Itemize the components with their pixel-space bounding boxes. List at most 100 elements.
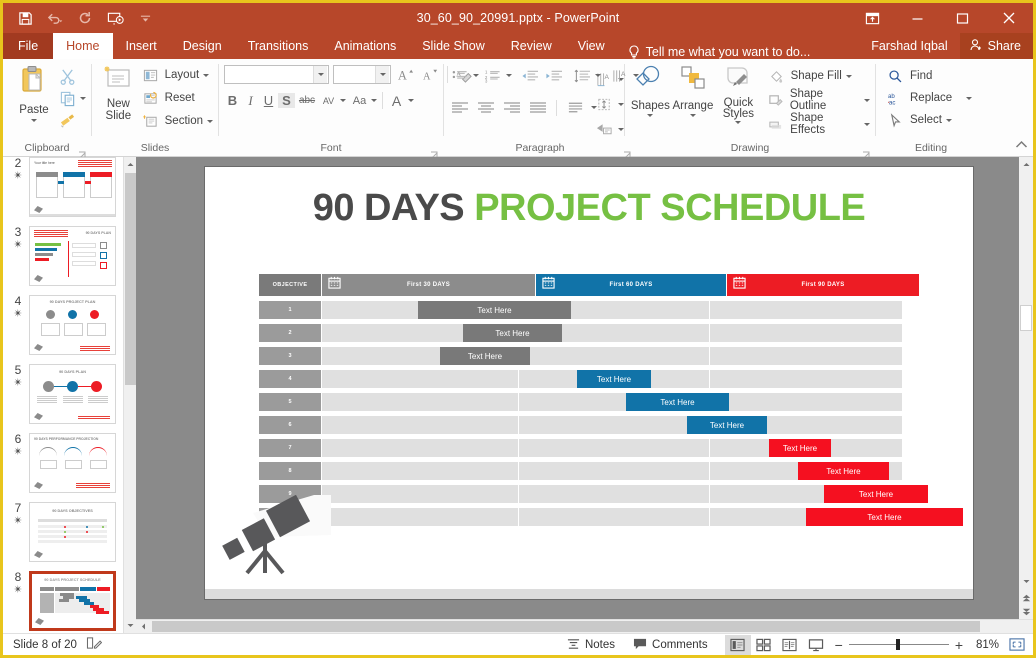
table-row[interactable]: 2 Text Here bbox=[259, 324, 919, 342]
quick-styles-caret-icon[interactable] bbox=[735, 121, 742, 124]
shape-fill-button[interactable]: Shape Fill bbox=[766, 65, 870, 87]
thumbnail-slide-8[interactable]: 8 ✴ 90 DAYS PROJECT SCHEDULE bbox=[3, 569, 136, 633]
thumbnail-slide-2[interactable]: 2 ✴ Your title here bbox=[3, 157, 136, 224]
gantt-bar[interactable]: Text Here bbox=[769, 439, 831, 457]
paste-button[interactable]: Paste bbox=[11, 63, 57, 122]
ribbon-display-options-icon[interactable] bbox=[850, 3, 895, 33]
font-color-button[interactable]: A bbox=[388, 93, 414, 109]
shape-outline-caret-icon[interactable] bbox=[864, 98, 871, 102]
thumbnail-image[interactable]: 90 DAYS PERFORMANCE PROJECTION bbox=[29, 433, 116, 493]
character-spacing-caret-icon[interactable] bbox=[340, 99, 346, 102]
font-size-box[interactable] bbox=[333, 65, 391, 84]
align-left-icon[interactable] bbox=[449, 97, 470, 118]
canvas-scroll-left-icon[interactable] bbox=[136, 620, 150, 634]
increase-indent-icon[interactable] bbox=[543, 65, 564, 86]
canvas-scroll-thumb[interactable] bbox=[1020, 305, 1032, 331]
table-row[interactable]: 1 Text Here bbox=[259, 301, 919, 319]
animation-star-icon[interactable]: ✴ bbox=[13, 446, 22, 458]
numbering-caret-icon[interactable] bbox=[506, 74, 512, 77]
gantt-bar[interactable]: Text Here bbox=[440, 347, 530, 365]
section-button[interactable]: Section bbox=[140, 110, 213, 132]
bullets-icon[interactable] bbox=[449, 65, 470, 86]
zoom-slider[interactable]: − + bbox=[829, 637, 969, 653]
customize-qat-icon[interactable] bbox=[137, 10, 154, 27]
tab-insert[interactable]: Insert bbox=[113, 33, 170, 59]
schedule-table[interactable]: OBJECTIVE First 30 DAYS First 60 DAYS Fi… bbox=[259, 274, 963, 531]
tab-design[interactable]: Design bbox=[170, 33, 235, 59]
font-size-caret-icon[interactable] bbox=[375, 66, 389, 83]
gantt-bar[interactable]: Text Here bbox=[418, 301, 571, 319]
thumbnail-scroll-thumb[interactable] bbox=[125, 173, 136, 385]
copy-dropdown-caret-icon[interactable] bbox=[80, 97, 86, 100]
slide-sorter-view-button[interactable] bbox=[751, 635, 777, 655]
bullets-caret-icon[interactable] bbox=[473, 74, 479, 77]
decrease-indent-icon[interactable] bbox=[519, 65, 540, 86]
comments-button[interactable]: Comments bbox=[624, 634, 717, 656]
table-row[interactable]: 3 Text Here bbox=[259, 347, 919, 365]
thumbnail-slide-7[interactable]: 7 ✴ 90 DAYS OBJECTIVES bbox=[3, 500, 136, 569]
change-case-caret-icon[interactable] bbox=[371, 99, 377, 102]
slide-canvas[interactable]: 90 DAYS PROJECT SCHEDULE OBJECTIVE First… bbox=[136, 157, 1033, 633]
table-row[interactable]: 10Text Here bbox=[259, 508, 963, 526]
paste-dropdown-caret-icon[interactable] bbox=[31, 119, 37, 122]
canvas-vertical-scrollbar[interactable] bbox=[1019, 157, 1033, 633]
previous-slide-button[interactable] bbox=[1019, 591, 1033, 605]
gantt-bar[interactable]: Text Here bbox=[687, 416, 767, 434]
thumbnail-slide-5[interactable]: 5 ✴ 90 DAYS PLAN bbox=[3, 362, 136, 431]
thumbnail-slide-3[interactable]: 3 ✴ 90 DAYS PLAN bbox=[3, 224, 136, 293]
select-caret-icon[interactable] bbox=[945, 118, 952, 122]
thumbnail-image-selected[interactable]: 90 DAYS PROJECT SCHEDULE bbox=[29, 571, 116, 631]
canvas-scroll-down-icon[interactable] bbox=[1019, 574, 1033, 589]
thumbnail-image[interactable]: 90 DAYS PLAN bbox=[29, 226, 116, 286]
next-slide-button[interactable] bbox=[1019, 605, 1033, 619]
tab-review[interactable]: Review bbox=[498, 33, 565, 59]
line-spacing-icon[interactable] bbox=[571, 65, 592, 86]
normal-view-button[interactable] bbox=[724, 634, 751, 655]
arrange-caret-icon[interactable] bbox=[689, 114, 696, 117]
find-button[interactable]: Find bbox=[885, 65, 932, 87]
reset-button[interactable]: Reset bbox=[140, 87, 213, 109]
shapes-button[interactable]: Shapes bbox=[630, 63, 671, 117]
cut-icon[interactable] bbox=[57, 66, 78, 87]
animation-star-icon[interactable]: ✴ bbox=[13, 239, 22, 251]
font-name-caret-icon[interactable] bbox=[313, 66, 327, 83]
collapse-ribbon-icon[interactable] bbox=[1015, 137, 1028, 155]
slide-show-button[interactable] bbox=[803, 635, 829, 655]
fit-slide-to-window-icon[interactable] bbox=[1009, 637, 1025, 652]
minimize-icon[interactable] bbox=[895, 3, 940, 33]
gantt-bar[interactable]: Text Here bbox=[824, 485, 928, 503]
zoom-handle[interactable] bbox=[895, 639, 900, 650]
thumbnail-scrollbar[interactable] bbox=[123, 157, 136, 633]
tab-file[interactable]: File bbox=[3, 33, 54, 59]
justify-icon[interactable] bbox=[527, 97, 548, 118]
canvas-horizontal-scrollbar[interactable] bbox=[136, 619, 1033, 633]
section-caret-icon[interactable] bbox=[207, 119, 213, 123]
share-button[interactable]: Share bbox=[959, 33, 1033, 59]
thumb-scroll-up-icon[interactable] bbox=[124, 157, 136, 172]
grow-font-icon[interactable]: A bbox=[395, 64, 416, 85]
tab-animations[interactable]: Animations bbox=[321, 33, 409, 59]
line-spacing-caret-icon[interactable] bbox=[595, 74, 601, 77]
current-slide[interactable]: 90 DAYS PROJECT SCHEDULE OBJECTIVE First… bbox=[205, 167, 973, 599]
underline-icon[interactable]: U bbox=[260, 93, 277, 108]
tab-slide-show[interactable]: Slide Show bbox=[409, 33, 498, 59]
shrink-font-icon[interactable]: A bbox=[420, 64, 441, 85]
character-spacing-button[interactable]: AV bbox=[319, 96, 346, 106]
animation-star-icon[interactable]: ✴ bbox=[13, 377, 22, 389]
tab-home[interactable]: Home bbox=[53, 33, 113, 59]
thumbnail-slide-4[interactable]: 4 ✴ 90 DAYS PROJECT PLAN bbox=[3, 293, 136, 362]
text-shadow-icon[interactable]: S bbox=[278, 93, 295, 108]
gantt-bar[interactable]: Text Here bbox=[463, 324, 562, 342]
drawing-dialog-launcher[interactable] bbox=[862, 147, 871, 160]
zoom-track[interactable] bbox=[848, 639, 949, 650]
gantt-bar[interactable]: Text Here bbox=[806, 508, 963, 526]
thumbnail-image[interactable]: Your title here bbox=[29, 157, 116, 217]
table-row[interactable]: 7 Text Here bbox=[259, 439, 919, 457]
animation-star-icon[interactable]: ✴ bbox=[13, 584, 22, 596]
quick-styles-button[interactable]: Quick Styles bbox=[715, 63, 761, 124]
format-painter-icon[interactable] bbox=[57, 110, 78, 131]
tab-view[interactable]: View bbox=[565, 33, 618, 59]
slide-title[interactable]: 90 DAYS PROJECT SCHEDULE bbox=[205, 167, 973, 230]
zoom-in-button[interactable]: + bbox=[955, 637, 963, 653]
undo-icon[interactable] bbox=[47, 10, 64, 27]
